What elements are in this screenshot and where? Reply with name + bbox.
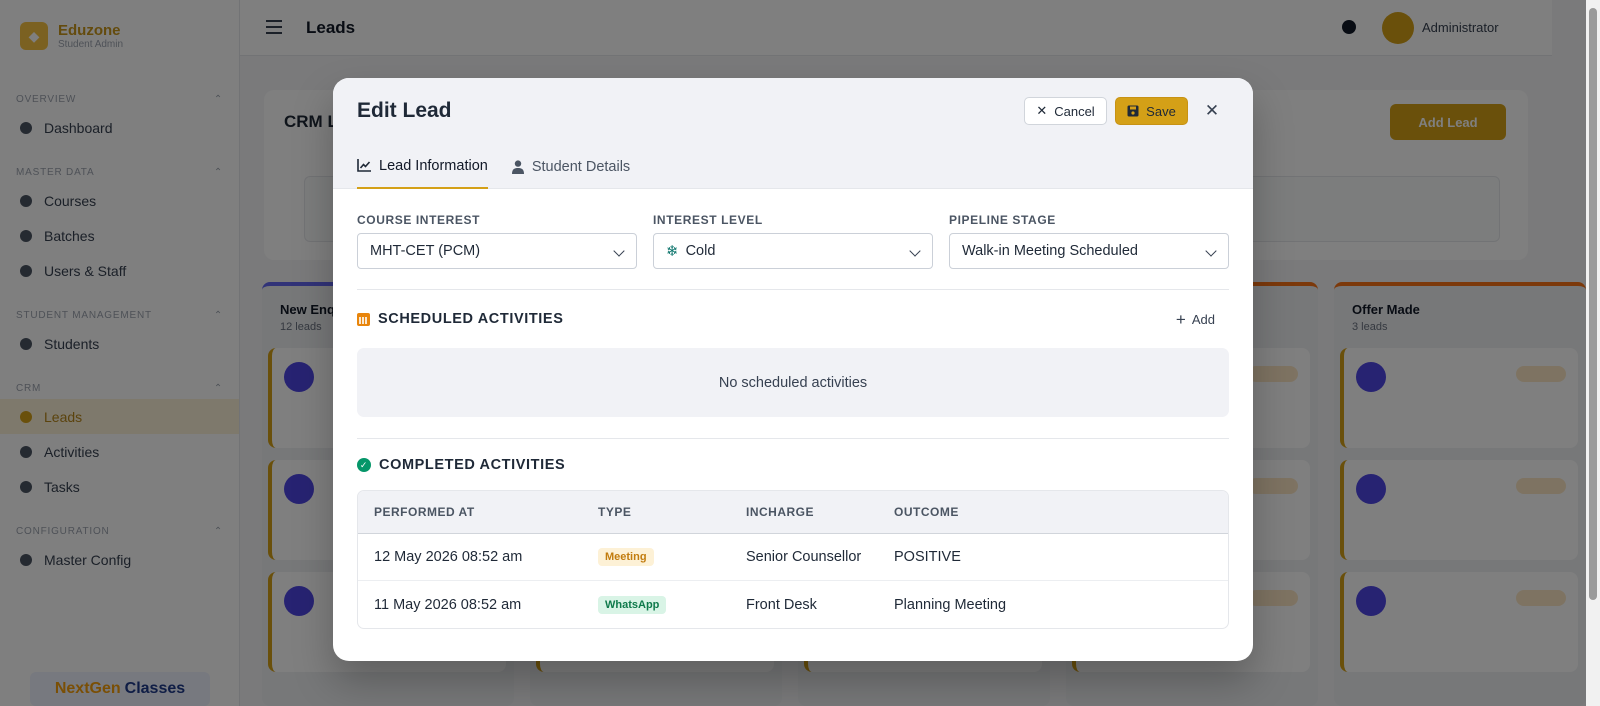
divider	[357, 289, 1229, 290]
tab-student-details-label: Student Details	[531, 158, 631, 175]
scrollbar-thumb[interactable]	[1589, 8, 1597, 600]
course-interest-select[interactable]: MHT-CET (PCM)	[357, 233, 637, 269]
tab-student-details[interactable]: Student Details	[511, 144, 631, 189]
column-incharge[interactable]: INCHARGE	[746, 505, 894, 519]
type-badge: WhatsApp	[598, 595, 667, 614]
interest-level-label: INTEREST LEVEL	[653, 213, 763, 227]
close-icon[interactable]: ✕	[1201, 100, 1223, 122]
cancel-button[interactable]: ✕ Cancel	[1024, 97, 1107, 125]
completed-activities-title: COMPLETED ACTIVITIES	[379, 457, 566, 473]
scheduled-activities-header: SCHEDULED ACTIVITIES + Add	[357, 310, 1229, 329]
check-circle-icon: ✓	[357, 458, 371, 472]
scheduled-activities-empty: No scheduled activities	[357, 348, 1229, 417]
snowflake-icon: ❄	[666, 243, 679, 260]
page-scrollbar[interactable]	[1586, 0, 1600, 706]
edit-lead-modal: Edit Lead ✕ Cancel Save ✕ Lead Informati…	[333, 78, 1253, 661]
scheduled-activities-title: SCHEDULED ACTIVITIES	[378, 311, 564, 327]
calendar-icon	[357, 312, 370, 326]
type-badge: Meeting	[598, 548, 654, 566]
interest-level-select[interactable]: ❄ Cold	[653, 233, 933, 269]
tab-lead-information-label: Lead Information	[379, 157, 488, 174]
column-type[interactable]: TYPE	[598, 505, 746, 519]
column-outcome[interactable]: OUTCOME	[894, 505, 1194, 519]
pipeline-stage-select[interactable]: Walk-in Meeting Scheduled	[949, 233, 1229, 269]
save-button[interactable]: Save	[1115, 97, 1188, 125]
pipeline-stage-field: PIPELINE STAGE Walk-in Meeting Scheduled	[949, 213, 1229, 269]
plus-icon: +	[1175, 310, 1186, 329]
performed-at-cell: 12 May 2026 08:52 am	[374, 549, 523, 565]
interest-level-value: Cold	[685, 243, 716, 259]
modal-tabs: Lead Information Student Details	[357, 144, 630, 189]
table-row[interactable]: 12 May 2026 08:52 am Meeting Senior Coun…	[358, 534, 1228, 581]
divider	[357, 438, 1229, 439]
type-cell: Meeting	[598, 548, 746, 566]
tab-lead-information[interactable]: Lead Information	[357, 144, 488, 189]
interest-level-field: INTEREST LEVEL ❄ Cold	[653, 213, 933, 269]
modal-title: Edit Lead	[357, 99, 452, 122]
save-label: Save	[1146, 103, 1176, 119]
course-interest-label: COURSE INTEREST	[357, 213, 481, 227]
incharge-cell: Senior Counsellor	[746, 549, 862, 565]
lead-fields: COURSE INTEREST MHT-CET (PCM) INTEREST L…	[357, 213, 1229, 269]
pipeline-stage-label: PIPELINE STAGE	[949, 213, 1056, 227]
chart-line-icon	[357, 159, 371, 172]
chevron-down-icon	[1205, 245, 1217, 257]
table-header: PERFORMED AT TYPE INCHARGE OUTCOME	[358, 491, 1228, 534]
type-cell: WhatsApp	[598, 595, 746, 614]
outcome-cell: POSITIVE	[894, 549, 961, 565]
course-interest-value: MHT-CET (PCM)	[370, 243, 481, 259]
add-activity-button[interactable]: + Add	[1162, 310, 1229, 329]
x-icon: ✕	[1036, 103, 1048, 118]
add-activity-label: Add	[1191, 312, 1215, 327]
floppy-disk-icon	[1127, 105, 1139, 117]
column-performed-at[interactable]: PERFORMED AT	[358, 505, 598, 519]
chevron-down-icon	[613, 245, 625, 257]
modal-header: Edit Lead ✕ Cancel Save ✕ Lead Informati…	[333, 78, 1253, 189]
outcome-cell: Planning Meeting	[894, 596, 1007, 613]
chevron-down-icon	[909, 245, 921, 257]
completed-activities-header: ✓ COMPLETED ACTIVITIES	[357, 457, 1229, 473]
performed-at-cell: 11 May 2026 08:52 am	[374, 596, 522, 613]
course-interest-field: COURSE INTEREST MHT-CET (PCM)	[357, 213, 637, 269]
pipeline-stage-value: Walk-in Meeting Scheduled	[962, 243, 1138, 259]
incharge-cell: Front Desk	[746, 596, 817, 613]
user-icon	[511, 159, 524, 174]
table-row[interactable]: 11 May 2026 08:52 am WhatsApp Front Desk…	[358, 581, 1228, 628]
cancel-label: Cancel	[1054, 103, 1095, 119]
completed-activities-table: PERFORMED AT TYPE INCHARGE OUTCOME 12 Ma…	[357, 490, 1229, 629]
